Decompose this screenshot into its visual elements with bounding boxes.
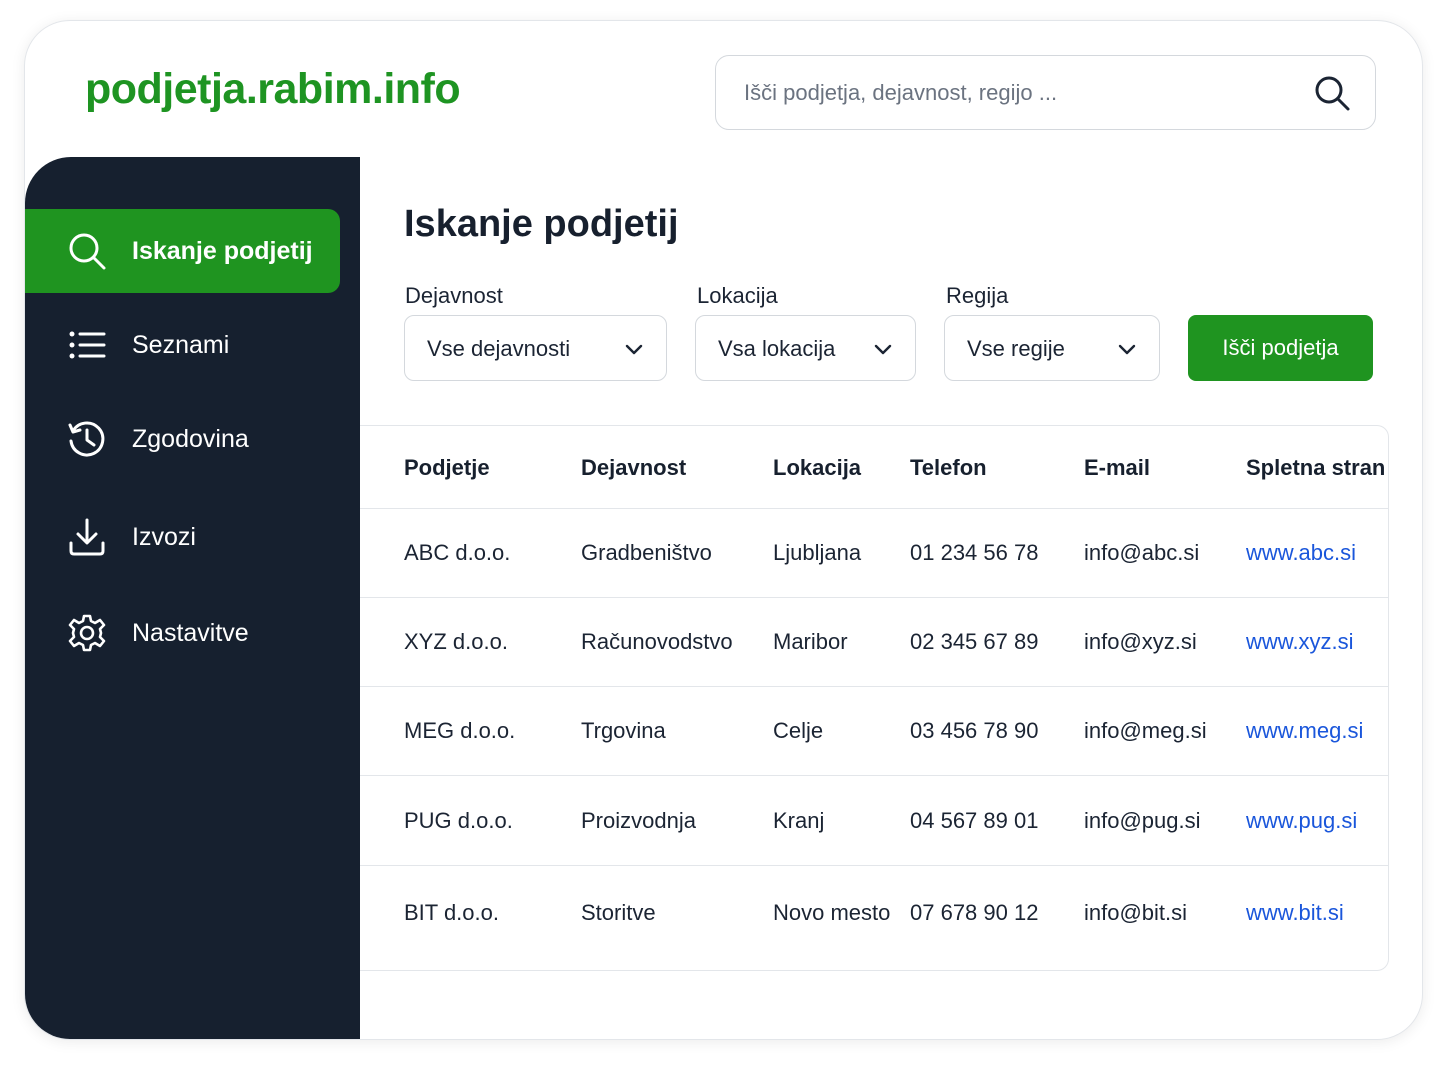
site-logo[interactable]: podjetja.rabim.info [85,65,461,114]
results-table: Podjetje Dejavnost Lokacija Telefon E-ma… [360,425,1389,971]
sidebar-item-label: Iskanje podjetij [132,236,313,265]
location-select[interactable]: Vsa lokacija [695,315,916,381]
activity-cell: Proizvodnja [581,808,696,833]
search-icon[interactable] [1313,74,1351,112]
location-cell: Ljubljana [773,540,862,565]
search-icon [69,233,106,270]
column-header[interactable]: E-mail [1084,455,1150,481]
list-icon [69,331,106,359]
table-row[interactable]: BIT d.o.o. Storitve Novo mesto 07 678 90… [360,866,1388,970]
sidebar-item-label: Izvozi [132,522,196,551]
filter-label-location: Lokacija [697,283,778,308]
chevron-down-icon [1118,344,1136,355]
email-cell: info@meg.si [1084,718,1207,743]
location-cell: Kranj [773,808,825,833]
search-companies-button[interactable]: Išči podjetja [1188,315,1373,381]
activity-cell: Storitve [581,900,656,925]
sidebar: Iskanje podjetij Seznami Zgodovina Izvoz… [25,157,360,1039]
sidebar-item-exports[interactable]: Izvozi [25,495,340,579]
location-cell: Celje [773,718,824,743]
gear-icon [68,614,106,652]
email-cell: info@bit.si [1084,900,1188,925]
phone-cell: 03 456 78 90 [910,718,1039,743]
history-icon [68,421,105,457]
company-cell: XYZ d.o.o. [404,629,508,654]
company-cell: BIT d.o.o. [404,900,499,925]
activity-select[interactable]: Vse dejavnosti [404,315,667,381]
table-row[interactable]: ABC d.o.o. Gradbeništvo Ljubljana 01 234… [360,509,1388,598]
sidebar-item-label: Seznami [132,330,230,359]
phone-cell: 02 345 67 89 [910,629,1039,654]
main-content: Iskanje podjetij Dejavnost Vse dejavnost… [360,157,1422,1039]
sidebar-item-search[interactable]: Iskanje podjetij [25,209,340,293]
filter-label-activity: Dejavnost [405,283,503,308]
activity-cell: Gradbeništvo [581,540,712,565]
website-link[interactable]: www.xyz.si [1246,629,1354,655]
select-value: Vse dejavnosti [427,336,571,361]
page-title: Iskanje podjetij [404,203,679,245]
column-header[interactable]: Lokacija [773,455,861,481]
location-cell: Maribor [773,629,848,654]
column-header[interactable]: Dejavnost [581,455,686,481]
website-link[interactable]: www.meg.si [1246,718,1363,744]
filter-label-region: Regija [946,283,1009,308]
phone-cell: 01 234 56 78 [910,540,1039,565]
location-cell: Novo mesto [773,900,891,925]
sidebar-item-label: Zgodovina [132,424,249,453]
company-cell: PUG d.o.o. [404,808,513,833]
activity-cell: Računovodstvo [581,629,733,654]
sidebar-item-label: Nastavitve [132,618,249,647]
company-cell: MEG d.o.o. [404,718,516,743]
email-cell: info@abc.si [1084,540,1200,565]
search-input[interactable] [744,76,1304,110]
column-header[interactable]: Spletna stran [1246,455,1385,481]
sidebar-item-settings[interactable]: Nastavitve [25,591,340,675]
chevron-down-icon [874,344,892,355]
website-link[interactable]: www.pug.si [1246,808,1357,834]
table-header-row: Podjetje Dejavnost Lokacija Telefon E-ma… [360,426,1388,509]
search-bar[interactable] [715,55,1376,130]
sidebar-item-lists[interactable]: Seznami [25,303,340,387]
region-select[interactable]: Vse regije [944,315,1160,381]
phone-cell: 04 567 89 01 [910,808,1039,833]
column-header[interactable]: Podjetje [404,455,490,481]
sidebar-item-history[interactable]: Zgodovina [25,397,340,481]
app-window: podjetja.rabim.info Iskanje podjetij [24,20,1423,1040]
select-value: Vse regije [967,336,1065,361]
website-link[interactable]: www.bit.si [1246,900,1344,926]
table-row[interactable]: XYZ d.o.o. Računovodstvo Maribor 02 345 … [360,598,1388,687]
website-link[interactable]: www.abc.si [1246,540,1356,566]
download-icon [69,518,105,556]
table-row[interactable]: MEG d.o.o. Trgovina Celje 03 456 78 90 i… [360,687,1388,776]
email-cell: info@pug.si [1084,808,1201,833]
company-cell: ABC d.o.o. [404,540,511,565]
email-cell: info@xyz.si [1084,629,1197,654]
chevron-down-icon [625,344,643,355]
table-row[interactable]: PUG d.o.o. Proizvodnja Kranj 04 567 89 0… [360,776,1388,866]
select-value: Vsa lokacija [718,336,836,361]
column-header[interactable]: Telefon [910,455,987,481]
activity-cell: Trgovina [581,718,666,743]
phone-cell: 07 678 90 12 [910,900,1039,925]
